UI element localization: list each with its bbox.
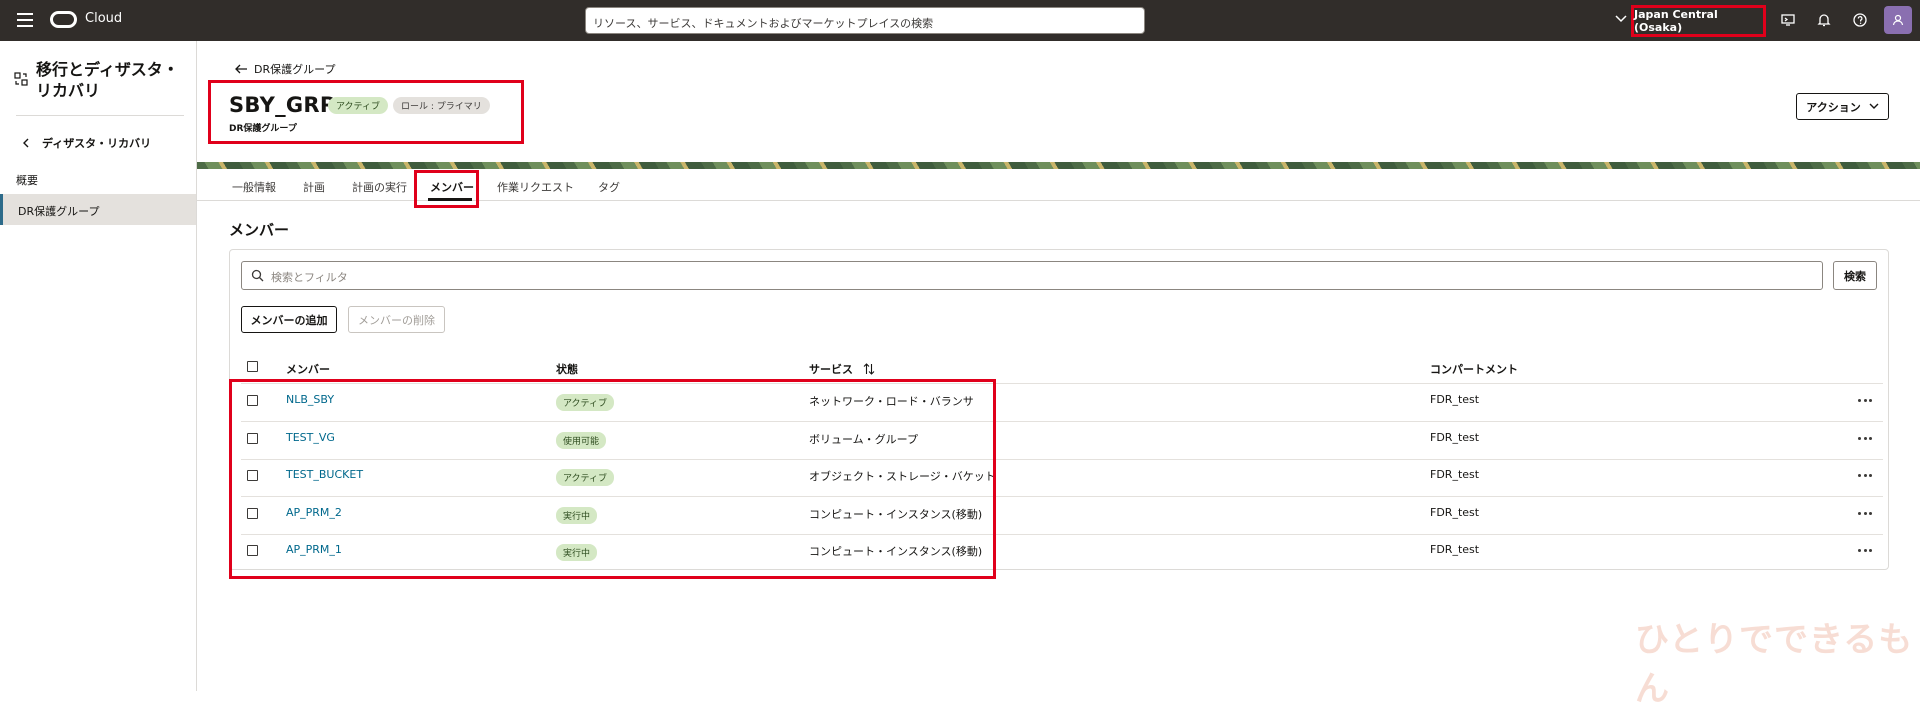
chevron-down-icon[interactable] bbox=[1614, 11, 1628, 25]
search-button[interactable]: 検索 bbox=[1833, 261, 1877, 290]
tab-general-info[interactable]: 一般情報 bbox=[232, 179, 276, 195]
column-header-service-label: サービス bbox=[809, 363, 853, 376]
column-header-member: メンバー bbox=[286, 363, 330, 376]
arrow-left-icon bbox=[235, 64, 247, 74]
help-icon[interactable] bbox=[1852, 12, 1868, 28]
row-actions-menu-icon[interactable] bbox=[1858, 549, 1872, 553]
top-navigation-bar: Cloud リソース、サービス、ドキュメントおよびマーケットプレイスの検索 Ja… bbox=[0, 0, 1920, 41]
column-header-compartment: コンパートメント bbox=[1430, 363, 1518, 376]
add-member-button[interactable]: メンバーの追加 bbox=[241, 306, 337, 333]
watermark-text: ひとりでできるもん bbox=[1635, 620, 1914, 709]
migration-icon bbox=[14, 72, 28, 86]
actions-button[interactable]: アクション bbox=[1796, 93, 1889, 120]
tab-tags[interactable]: タグ bbox=[598, 179, 620, 195]
hamburger-menu-icon[interactable] bbox=[17, 13, 33, 27]
compartment-cell: FDR_test bbox=[1430, 468, 1480, 481]
compartment-cell: FDR_test bbox=[1430, 393, 1480, 406]
user-avatar[interactable] bbox=[1884, 6, 1912, 34]
status-badge: アクティブ bbox=[328, 97, 389, 114]
oracle-logo-icon[interactable] bbox=[50, 11, 77, 28]
highlight-tab-box bbox=[414, 170, 479, 208]
actions-label: アクション bbox=[1806, 100, 1861, 114]
role-badge: ロール : プライマリ bbox=[393, 97, 490, 114]
row-actions-menu-icon[interactable] bbox=[1858, 512, 1872, 516]
row-actions-menu-icon[interactable] bbox=[1858, 437, 1872, 441]
brand-label[interactable]: Cloud bbox=[85, 11, 122, 26]
remove-member-button: メンバーの削除 bbox=[348, 306, 445, 333]
breadcrumb-label: DR保護グループ bbox=[254, 63, 336, 76]
region-selector[interactable]: Japan Central (Osaka) bbox=[1631, 5, 1766, 37]
compartment-cell: FDR_test bbox=[1430, 506, 1480, 519]
column-header-service[interactable]: サービス bbox=[809, 361, 875, 377]
filter-input[interactable]: 検索とフィルタ bbox=[241, 261, 1823, 290]
tab-work-requests[interactable]: 作業リクエスト bbox=[497, 179, 574, 195]
page-subtitle: DR保護グループ bbox=[229, 124, 297, 134]
compartment-cell: FDR_test bbox=[1430, 431, 1480, 444]
sidebar-back-link[interactable]: ディザスタ・リカバリ bbox=[22, 135, 151, 151]
global-search-input[interactable]: リソース、サービス、ドキュメントおよびマーケットプレイスの検索 bbox=[585, 7, 1145, 34]
tab-plan-executions[interactable]: 計画の実行 bbox=[352, 179, 407, 195]
tab-plans[interactable]: 計画 bbox=[303, 179, 325, 195]
decorative-banner bbox=[197, 162, 1920, 169]
chevron-down-icon bbox=[1869, 103, 1879, 109]
cloud-shell-icon[interactable] bbox=[1780, 12, 1796, 28]
left-sidebar: 移行とディザスタ・リカバリ ディザスタ・リカバリ 概要 DR保護グループ bbox=[0, 41, 197, 691]
search-icon bbox=[251, 269, 264, 282]
chevron-left-icon bbox=[23, 138, 29, 148]
select-all-checkbox[interactable] bbox=[247, 361, 258, 372]
sidebar-back-label: ディザスタ・リカバリ bbox=[42, 137, 152, 150]
row-actions-menu-icon[interactable] bbox=[1858, 399, 1872, 403]
sidebar-divider bbox=[16, 115, 184, 116]
breadcrumb-back-link[interactable]: DR保護グループ bbox=[235, 61, 335, 77]
sidebar-item-overview[interactable]: 概要 bbox=[0, 163, 196, 194]
sidebar-item-dr-protection-groups[interactable]: DR保護グループ bbox=[0, 194, 196, 225]
sort-icon[interactable] bbox=[863, 363, 875, 375]
compartment-cell: FDR_test bbox=[1430, 543, 1480, 556]
page-title: SBY_GRP bbox=[229, 93, 336, 117]
user-icon bbox=[1892, 14, 1904, 26]
column-header-state: 状態 bbox=[556, 363, 578, 376]
sidebar-title: 移行とディザスタ・リカバリ bbox=[36, 60, 179, 100]
highlight-rows-box bbox=[229, 379, 996, 579]
bell-icon[interactable] bbox=[1816, 12, 1832, 28]
section-title: メンバー bbox=[229, 221, 290, 239]
row-actions-menu-icon[interactable] bbox=[1858, 474, 1872, 478]
